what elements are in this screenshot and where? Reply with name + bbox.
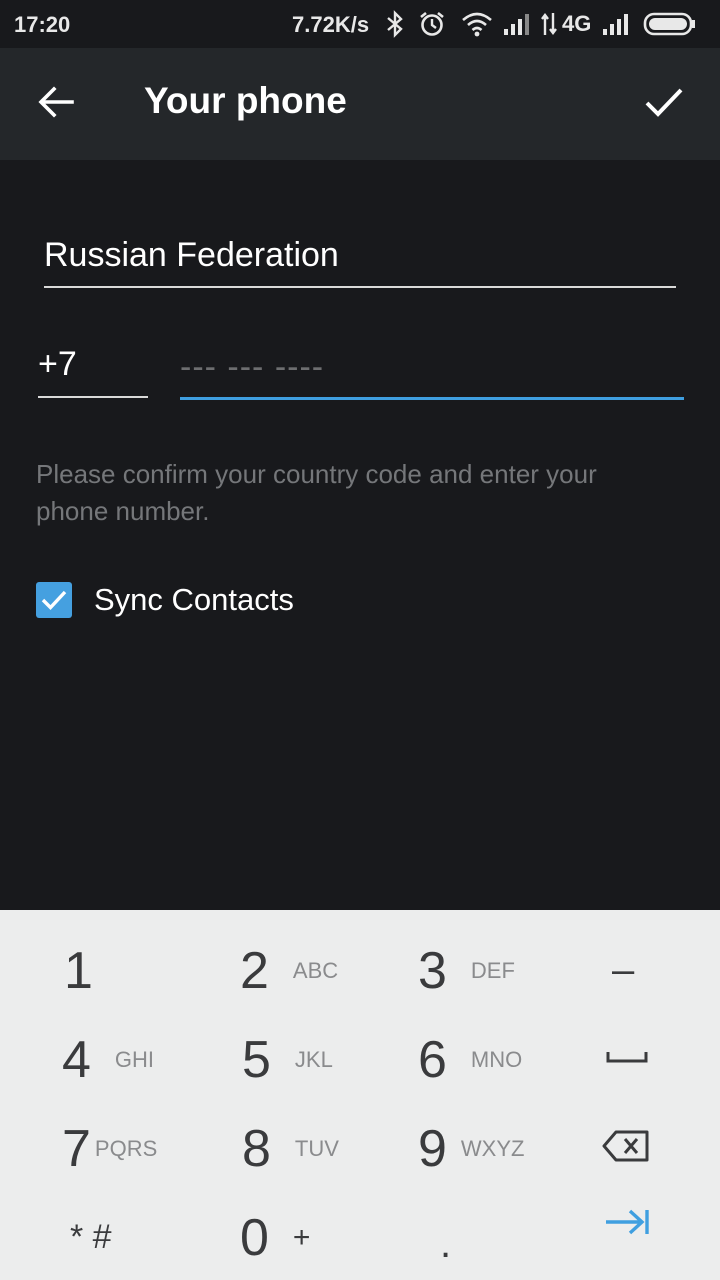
key-2[interactable]: 2 ABC [240, 926, 338, 1015]
key-digit: 5 [242, 1030, 271, 1089]
key-letters: GHI [114, 1046, 155, 1072]
back-button[interactable] [30, 78, 82, 130]
key-letters: ABC [292, 957, 339, 983]
key-letters: JKL [294, 1046, 333, 1072]
app-bar: Your phone [0, 48, 720, 160]
key-digit: 9 [418, 1119, 447, 1178]
phone-number-field[interactable] [180, 340, 684, 400]
battery-icon [643, 11, 697, 37]
key-digit: 7 [62, 1119, 91, 1178]
key-letters: PQRS [94, 1135, 158, 1161]
sync-contacts-checkbox[interactable] [36, 582, 72, 618]
country-code-value: +7 [38, 345, 77, 383]
key-letters: DEF [470, 957, 515, 983]
key-digit: 3 [418, 941, 447, 1000]
numeric-keypad: 1 2 ABC 3 DEF – 4 GHI 5 JKL 6 MNO 7 PQRS… [0, 910, 720, 1280]
page-title: Your phone [144, 80, 347, 121]
key-space[interactable] [606, 1015, 648, 1104]
key-dash[interactable]: – [612, 926, 634, 1015]
key-1[interactable]: 1 [64, 926, 93, 1015]
country-name: Russian Federation [44, 236, 339, 274]
key-digit: 2 [240, 941, 269, 1000]
key-0[interactable]: 0 + [240, 1193, 310, 1280]
next-tab-icon [604, 1208, 650, 1241]
key-next[interactable] [604, 1180, 650, 1269]
status-time: 17:20 [14, 12, 71, 37]
key-letters: TUV [294, 1135, 339, 1161]
check-icon [644, 86, 684, 123]
key-digit: 4 [62, 1030, 91, 1089]
backspace-icon [602, 1129, 650, 1168]
hint-text: Please confirm your country code and ent… [36, 459, 597, 526]
key-digit: 0 [240, 1208, 269, 1267]
status-icons: 4G [384, 8, 697, 40]
key-letters: + [292, 1220, 311, 1254]
bluetooth-icon [384, 10, 406, 38]
sync-contacts-label: Sync Contacts [94, 582, 294, 617]
key-digit: 1 [64, 941, 93, 1000]
space-icon [606, 1049, 648, 1070]
alarm-icon [418, 10, 446, 38]
key-letters: WXYZ [460, 1135, 525, 1161]
key-4[interactable]: 4 GHI [62, 1015, 154, 1104]
country-code-field[interactable]: +7 [38, 340, 148, 398]
key-3[interactable]: 3 DEF [418, 926, 515, 1015]
key-letters: MNO [470, 1046, 523, 1072]
data-arrows-icon [540, 11, 558, 37]
country-field[interactable]: Russian Federation [44, 230, 676, 288]
done-button[interactable] [636, 76, 692, 132]
signal-icon [601, 11, 631, 37]
key-digit: 8 [242, 1119, 271, 1178]
check-icon [41, 590, 67, 610]
wifi-icon [460, 10, 494, 38]
key-symbol: * # [70, 1218, 112, 1256]
key-6[interactable]: 6 MNO [418, 1015, 522, 1104]
status-net-speed: 7.72K/s [292, 12, 370, 37]
key-symbol: . [440, 1222, 452, 1266]
phone-number-input[interactable] [180, 340, 684, 394]
key-dot[interactable]: . [440, 1200, 451, 1280]
key-9[interactable]: 9 WXYZ [418, 1104, 524, 1193]
key-digit: 6 [418, 1030, 447, 1089]
signal-icon [502, 11, 532, 37]
key-8[interactable]: 8 TUV [242, 1104, 339, 1193]
key-symbol: – [612, 948, 635, 992]
key-5[interactable]: 5 JKL [242, 1015, 333, 1104]
sync-contacts-row[interactable]: Sync Contacts [36, 580, 294, 620]
network-type: 4G [562, 11, 592, 36]
key-7[interactable]: 7 PQRS [62, 1104, 157, 1193]
key-star-hash[interactable]: * # [70, 1193, 112, 1280]
arrow-left-icon [38, 85, 74, 123]
status-bar: 17:20 7.72K/s 4G [0, 0, 720, 48]
